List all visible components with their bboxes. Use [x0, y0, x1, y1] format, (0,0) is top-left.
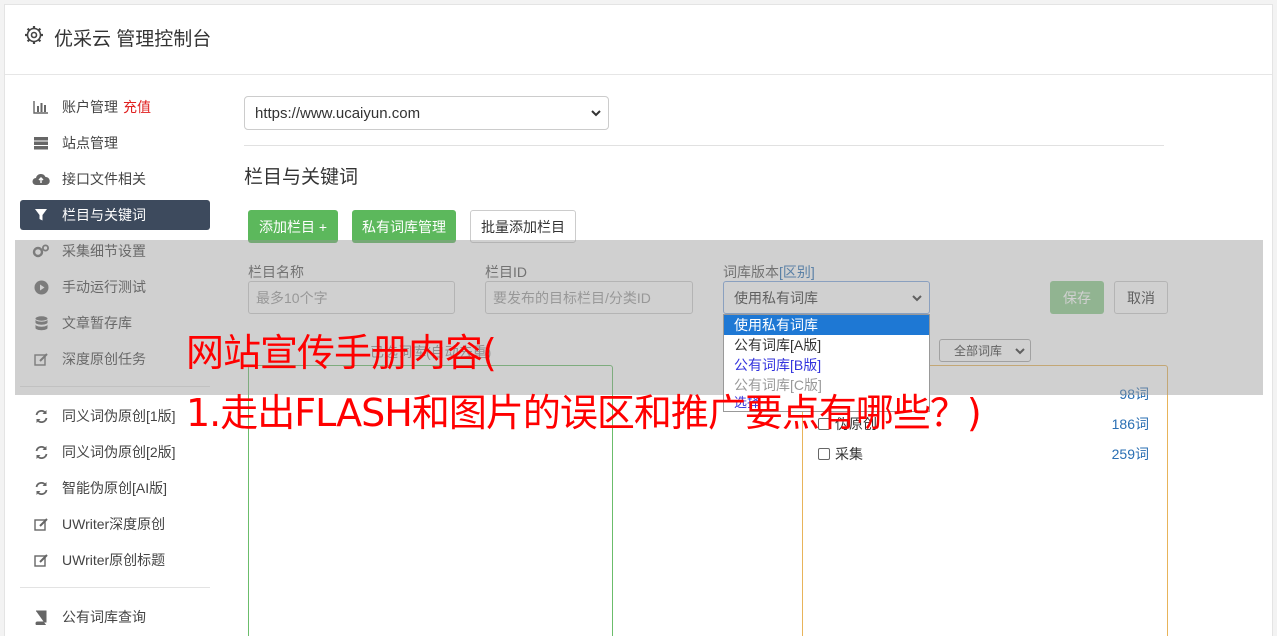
book-icon — [32, 609, 50, 625]
filter-icon — [32, 207, 50, 223]
top-bar: 优采云 管理控制台 — [5, 5, 1272, 75]
edit-icon — [32, 516, 50, 532]
lib-name: 采集 — [835, 446, 863, 462]
batch-add-button[interactable]: 批量添加栏目 — [470, 210, 576, 243]
page-title: 优采云 管理控制台 — [54, 29, 212, 50]
sidebar-item-columns[interactable]: 栏目与关键词 — [20, 200, 210, 230]
sidebar-divider — [20, 587, 210, 588]
sidebar-item-synonym-v2[interactable]: 同义词伪原创[2版] — [20, 437, 210, 467]
server-icon — [32, 135, 50, 151]
lib-count: 186词 — [1111, 416, 1149, 432]
sidebar-item-ai-rewrite[interactable]: 智能伪原创[AI版] — [20, 473, 210, 503]
sidebar-item-label: UWriter深度原创 — [62, 516, 166, 532]
sidebar-item-interface[interactable]: 接口文件相关 — [20, 164, 210, 194]
add-column-button[interactable]: 添加栏目 + — [248, 210, 338, 243]
chevron-down-icon — [591, 110, 601, 117]
sidebar-item-uwriter-deep[interactable]: UWriter深度原创 — [20, 509, 210, 539]
sidebar-item-uwriter-title[interactable]: UWriter原创标题 — [20, 545, 210, 575]
sidebar-item-label: 同义词伪原创[2版] — [62, 444, 176, 460]
overlay-heading-line1: 网站宣传手册内容( — [186, 331, 497, 375]
gear-icon — [25, 26, 43, 44]
lib-count: 259词 — [1111, 446, 1149, 462]
dropdown-option-private[interactable]: 使用私有词库 — [724, 315, 929, 335]
lib-option-3[interactable]: 采集 — [818, 444, 863, 464]
sidebar-item-sites[interactable]: 站点管理 — [20, 128, 210, 158]
sidebar-item-label: UWriter原创标题 — [62, 552, 166, 568]
site-select-value: https://www.ucaiyun.com — [255, 104, 421, 122]
refresh-icon — [32, 480, 50, 496]
sidebar-item-public-lib[interactable]: 公有词库查询 — [20, 602, 210, 632]
sidebar-item-label: 栏目与关键词 — [62, 207, 146, 223]
sidebar-item-label: 公有词库查询 — [62, 609, 146, 625]
sidebar-item-label: 智能伪原创[AI版] — [62, 480, 168, 496]
edit-icon — [32, 552, 50, 568]
bar-chart-icon — [32, 99, 50, 115]
sidebar-item-account[interactable]: 账户管理 充值 — [20, 92, 210, 122]
private-lib-button[interactable]: 私有词库管理 — [352, 210, 456, 243]
sidebar-item-synonym-v1[interactable]: 同义词伪原创[1版] — [20, 401, 210, 431]
recharge-link[interactable]: 充值 — [123, 97, 151, 117]
sidebar-item-label: 接口文件相关 — [62, 171, 146, 187]
refresh-icon — [32, 444, 50, 460]
overlay-heading-line2: 1.走出FLASH和图片的误区和推广要点有哪些？) — [186, 391, 982, 435]
checkbox[interactable] — [818, 448, 830, 460]
divider — [244, 145, 1164, 146]
refresh-icon — [32, 408, 50, 424]
cloud-upload-icon — [32, 171, 50, 187]
sidebar-item-label: 同义词伪原创[1版] — [62, 408, 176, 424]
dropdown-option-a[interactable]: 公有词库[A版] — [724, 335, 929, 355]
sidebar-item-label: 站点管理 — [62, 135, 118, 151]
dropdown-option-b[interactable]: 公有词库[B版] — [724, 355, 929, 375]
section-title: 栏目与关键词 — [244, 167, 359, 188]
site-select[interactable]: https://www.ucaiyun.com — [244, 96, 609, 130]
sidebar-item-label: 账户管理 — [62, 99, 118, 115]
